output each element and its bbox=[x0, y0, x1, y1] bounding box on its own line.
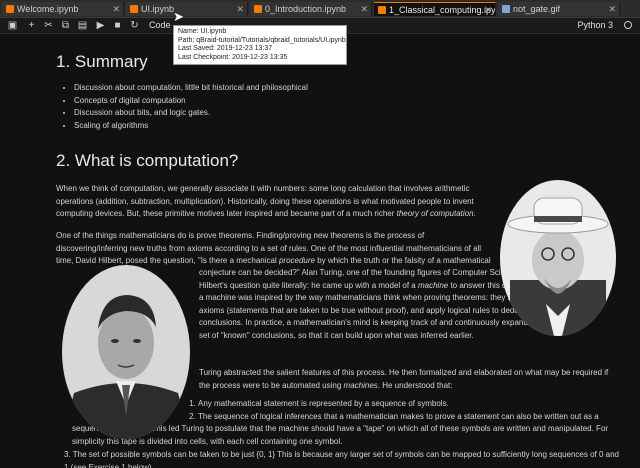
tooltip-path: Path: qBraid-tutorial/Tutorials/qbraid_t… bbox=[178, 36, 346, 44]
notebook-icon bbox=[130, 5, 138, 13]
tab-label: Welcome.ipynb bbox=[17, 4, 79, 14]
tab-welcome[interactable]: Welcome.ipynb ✕ bbox=[2, 2, 124, 16]
paragraph-theorems: One of the things mathematicians do is p… bbox=[56, 231, 482, 253]
notebook-icon bbox=[378, 6, 386, 14]
tab-ui[interactable]: UI.ipynb ✕ bbox=[126, 2, 248, 16]
close-icon[interactable]: ✕ bbox=[112, 2, 120, 16]
emphasis: procedure bbox=[278, 256, 315, 265]
copy-icon[interactable]: ⧉ bbox=[59, 19, 72, 32]
close-icon[interactable]: ✕ bbox=[236, 2, 244, 16]
restart-icon[interactable]: ↻ bbox=[128, 19, 141, 32]
kernel-status-icon bbox=[624, 21, 632, 29]
notebook-icon bbox=[254, 5, 262, 13]
mouse-cursor-icon: ➤ bbox=[173, 9, 184, 24]
tooltip-name: Name: UI.ipynb bbox=[178, 28, 227, 35]
stop-icon[interactable]: ■ bbox=[111, 19, 124, 32]
list-item: Discussion about computation, little bit… bbox=[74, 82, 308, 95]
summary-list: Discussion about computation, little bit… bbox=[64, 82, 308, 132]
image-icon bbox=[502, 5, 510, 13]
close-icon[interactable]: ✕ bbox=[360, 2, 368, 16]
emphasis: theory of computation bbox=[396, 209, 474, 219]
tab-label: 0_Introduction.ipynb bbox=[265, 4, 347, 14]
text: by which the truth or the falsity of a m… bbox=[314, 256, 491, 265]
text: . He understood that: bbox=[377, 380, 453, 390]
cut-icon[interactable]: ✂ bbox=[42, 19, 55, 32]
tooltip-last-saved: Last Saved: 2019-12-23 13:37 bbox=[178, 45, 273, 53]
text: . bbox=[473, 209, 476, 219]
rule-three: 3. The set of possible symbols can be ta… bbox=[64, 450, 619, 468]
computation-heading: 2. What is computation? bbox=[56, 151, 239, 170]
tooltip-last-checkpoint: Last Checkpoint: 2019-12-23 13:35 bbox=[178, 53, 288, 61]
hilbert-portrait bbox=[500, 180, 616, 336]
list-item: Scaling of algorithms bbox=[74, 120, 308, 133]
notebook-content: 1. Summary Discussion about computation,… bbox=[0, 34, 640, 468]
paste-icon[interactable]: ▤ bbox=[76, 19, 89, 32]
tab-tooltip: Name: UI.ipynb Path: qBraid-tutorial/Tut… bbox=[173, 25, 347, 65]
add-cell-icon[interactable]: + bbox=[25, 19, 38, 32]
tab-not-gate[interactable]: not_gate.gif ✕ bbox=[498, 2, 620, 16]
list-item: Concepts of digital computation bbox=[74, 95, 308, 108]
save-icon[interactable]: ▣ bbox=[6, 19, 19, 32]
tab-introduction[interactable]: 0_Introduction.ipynb ✕ bbox=[250, 2, 372, 16]
notebook-icon bbox=[6, 5, 14, 13]
tab-label: 1_Classical_computing.ipynb bbox=[389, 5, 496, 15]
emphasis: machines bbox=[343, 380, 378, 390]
list-item: Any mathematical statement is represente… bbox=[198, 398, 618, 411]
tab-classical-computing[interactable]: 1_Classical_computing.ipynb ✕ bbox=[374, 2, 496, 16]
paragraph-abstraction: Turing abstracted the salient features o… bbox=[199, 367, 615, 392]
close-icon[interactable]: ✕ bbox=[608, 2, 616, 16]
text: time, David Hilbert, posed the question,… bbox=[56, 256, 279, 265]
kernel-name[interactable]: Python 3 bbox=[577, 19, 613, 32]
cell-type-select[interactable]: Code bbox=[149, 19, 171, 32]
tab-label: not_gate.gif bbox=[513, 4, 561, 14]
tab-bar: Welcome.ipynb ✕ UI.ipynb ✕ 0_Introductio… bbox=[0, 0, 640, 18]
turing-portrait bbox=[62, 265, 190, 439]
run-icon[interactable]: ▶ bbox=[94, 19, 107, 32]
paragraph-intro: When we think of computation, we general… bbox=[56, 183, 481, 221]
list-item: The sequence of logical inferences that … bbox=[198, 411, 618, 424]
tab-label: UI.ipynb bbox=[141, 4, 175, 14]
hilbert-portrait-image bbox=[500, 180, 616, 336]
emphasis: machine bbox=[417, 280, 449, 290]
close-icon[interactable]: ✕ bbox=[484, 3, 492, 16]
summary-heading: 1. Summary bbox=[56, 52, 148, 71]
turing-portrait-image bbox=[62, 265, 190, 439]
list-item: Discussion about bits, and logic gates. bbox=[74, 107, 308, 120]
